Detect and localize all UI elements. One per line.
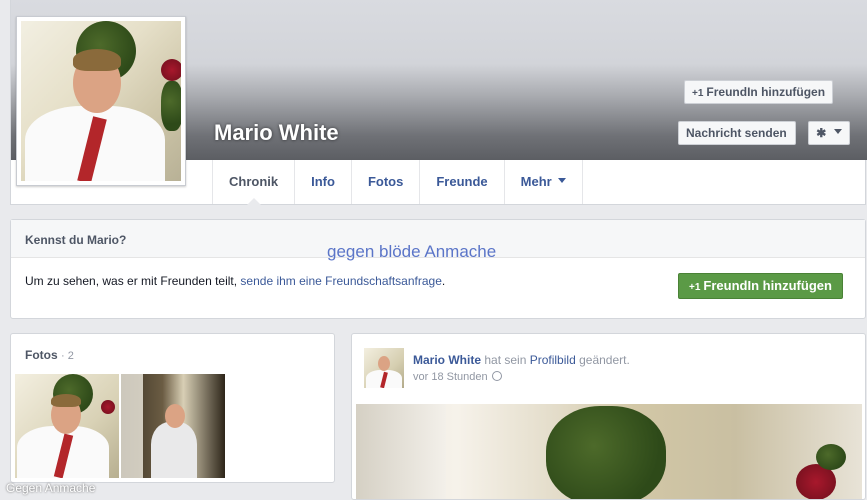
know-text-prefix: Um zu sehen, was er mit Freunden teilt, xyxy=(25,274,241,288)
watermark-corner: Gegen Anmache xyxy=(6,481,96,495)
tab-mehr[interactable]: Mehr xyxy=(503,160,583,204)
add-friend-button[interactable]: +1 FreundIn hinzufügen xyxy=(684,80,834,104)
post-time-text: vor 18 Stunden xyxy=(413,371,488,383)
add-friend-icon: +1 xyxy=(689,282,701,293)
tab-chronik[interactable]: Chronik xyxy=(212,160,294,205)
watermark-text: gegen blöde Anmache xyxy=(327,242,497,261)
add-friend-green-label: FreundIn hinzufügen xyxy=(703,278,832,293)
chevron-down-icon xyxy=(557,178,566,187)
photos-box: Fotos · 2 xyxy=(10,333,335,483)
tab-fotos[interactable]: Fotos xyxy=(350,160,419,204)
send-message-button[interactable]: Nachricht senden xyxy=(678,121,796,145)
chevron-down-icon xyxy=(833,129,842,138)
options-menu-button[interactable]: ✱ xyxy=(808,121,850,145)
tab-info[interactable]: Info xyxy=(294,160,351,204)
photo-thumbnail[interactable] xyxy=(15,374,119,478)
friend-request-link[interactable]: sende ihm eine Freundschaftsanfrage xyxy=(240,274,441,288)
add-friend-label: FreundIn hinzufügen xyxy=(706,85,826,99)
know-text-suffix: . xyxy=(441,274,446,288)
know-person-box: Kennst du Mario? Um zu sehen, was er mit… xyxy=(10,219,866,319)
photos-heading[interactable]: Fotos · 2 xyxy=(11,334,334,371)
timeline-post: Mario White hat sein Profilbild geändert… xyxy=(351,333,866,500)
post-author-link[interactable]: Mario White xyxy=(413,353,481,367)
photos-count: · 2 xyxy=(61,350,74,362)
profile-photo xyxy=(21,21,181,181)
profile-tabs: Chronik Info Fotos Freunde Mehr xyxy=(212,160,583,205)
post-timestamp[interactable]: vor 18 Stunden xyxy=(413,371,502,383)
profile-picture[interactable] xyxy=(16,16,186,186)
globe-icon xyxy=(491,371,502,381)
post-image[interactable] xyxy=(356,404,862,499)
avatar[interactable] xyxy=(364,348,404,388)
profile-name[interactable]: Mario White xyxy=(214,120,339,146)
add-friend-icon: +1 xyxy=(692,88,704,99)
profile-picture-link[interactable]: Profilbild xyxy=(530,353,576,367)
post-action-text: hat sein xyxy=(484,353,527,367)
photos-title: Fotos xyxy=(25,348,58,362)
tab-freunde[interactable]: Freunde xyxy=(419,160,503,204)
add-friend-green-button[interactable]: +1 FreundIn hinzufügen xyxy=(678,273,843,299)
photo-thumbnail[interactable] xyxy=(121,374,225,478)
gear-icon: ✱ xyxy=(816,126,827,140)
post-action-suffix: geändert. xyxy=(579,353,630,367)
post-header: Mario White hat sein Profilbild geändert… xyxy=(413,353,630,367)
tab-mehr-label: Mehr xyxy=(520,174,552,189)
